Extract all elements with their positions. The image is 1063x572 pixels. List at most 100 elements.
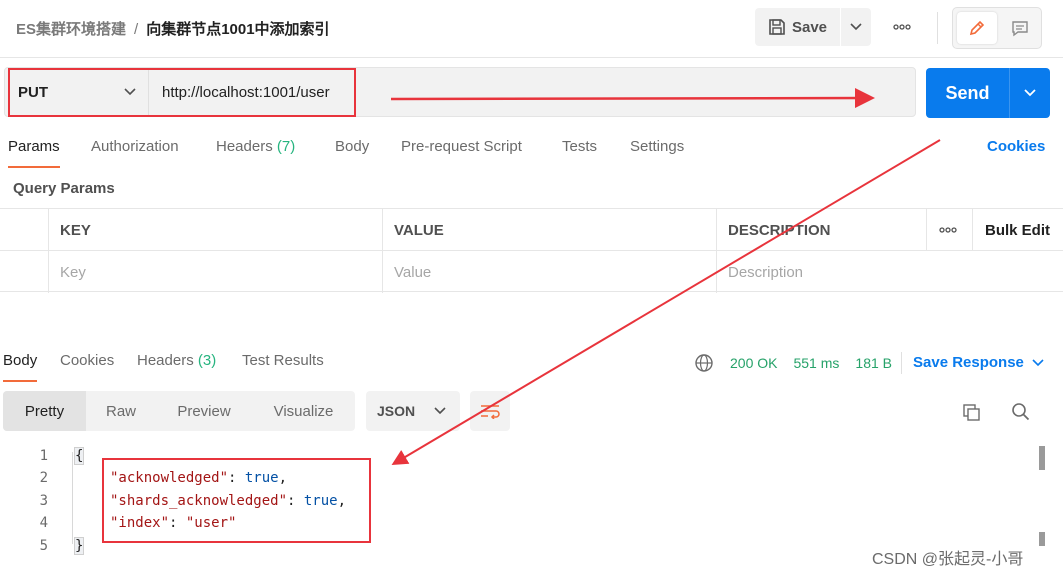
cookies-link[interactable]: Cookies xyxy=(987,138,1045,155)
format-select[interactable]: JSON xyxy=(366,391,460,431)
tab-label: Headers xyxy=(137,352,194,369)
request-bar: PUT http://localhost:1001/user xyxy=(4,67,916,117)
save-response-button[interactable]: Save Response xyxy=(913,354,1044,371)
json-colon: : xyxy=(169,515,186,531)
column-header-description: DESCRIPTION xyxy=(716,209,926,251)
param-value-input[interactable]: Value xyxy=(382,251,716,293)
tab-label: Params xyxy=(8,138,60,155)
chevron-down-icon xyxy=(124,88,136,96)
save-label: Save xyxy=(791,18,828,36)
scroll-thumb[interactable] xyxy=(1039,446,1045,470)
view-raw-button[interactable]: Raw xyxy=(86,391,156,431)
view-mode-group: Pretty Raw Preview Visualize xyxy=(3,391,355,431)
tab-label: Headers xyxy=(216,138,273,155)
mode-toggle xyxy=(952,7,1042,49)
copy-button[interactable] xyxy=(959,400,983,424)
status-code[interactable]: 200 OK xyxy=(730,355,777,371)
edit-mode-button[interactable] xyxy=(957,12,997,44)
search-button[interactable] xyxy=(1009,400,1033,424)
chevron-down-icon xyxy=(434,407,446,415)
json-value: true xyxy=(244,470,279,486)
param-description-input[interactable]: Description xyxy=(716,251,1063,293)
json-colon: : xyxy=(287,493,304,509)
save-response-label: Save Response xyxy=(913,354,1024,371)
code-line: 3 "shards_acknowledged": true, xyxy=(0,490,1040,512)
breadcrumb-separator: / xyxy=(134,21,139,38)
save-options-button[interactable] xyxy=(841,8,871,46)
view-preview-button[interactable]: Preview xyxy=(156,391,252,431)
wrap-lines-button[interactable] xyxy=(470,391,510,431)
param-key-input[interactable]: Key xyxy=(48,251,382,293)
code-text: } xyxy=(73,537,85,555)
tab-response-cookies[interactable]: Cookies xyxy=(60,352,114,382)
response-size[interactable]: 181 B xyxy=(855,355,892,371)
tab-response-headers[interactable]: Headers (3) xyxy=(137,352,216,382)
tab-params[interactable]: Params xyxy=(8,138,60,168)
watermark: CSDN @张起灵-小哥 xyxy=(872,551,1024,568)
comments-button[interactable] xyxy=(1001,12,1039,44)
line-number: 4 xyxy=(39,515,48,531)
tab-label: Pre-request Script xyxy=(401,138,522,155)
save-group: Save xyxy=(755,8,871,46)
send-button[interactable]: Send xyxy=(926,68,1010,118)
query-params-title: Query Params xyxy=(13,180,115,197)
divider xyxy=(937,12,938,44)
tab-body[interactable]: Body xyxy=(335,138,369,168)
more-horizontal-icon xyxy=(939,227,957,233)
json-value: "user" xyxy=(185,515,237,531)
response-time[interactable]: 551 ms xyxy=(793,355,839,371)
tab-pre-request-script[interactable]: Pre-request Script xyxy=(401,138,522,168)
save-icon xyxy=(769,19,785,35)
editor-scrollbar[interactable] xyxy=(1039,444,1045,552)
top-bar: ES集群环境搭建 / 向集群节点1001中添加索引 Save xyxy=(0,0,1063,58)
tab-response-body[interactable]: Body xyxy=(3,352,38,382)
view-visualize-button[interactable]: Visualize xyxy=(252,391,355,431)
tab-label: Settings xyxy=(630,138,685,155)
json-comma: , xyxy=(278,470,288,486)
tab-authorization[interactable]: Authorization xyxy=(91,138,179,168)
breadcrumb-parent[interactable]: ES集群环境搭建 xyxy=(16,21,126,38)
save-button[interactable]: Save xyxy=(755,8,841,46)
tab-label: Cookies xyxy=(60,352,115,369)
tab-headers[interactable]: Headers (7) xyxy=(216,138,295,168)
params-table: KEY VALUE DESCRIPTION Bulk Edit Key Valu… xyxy=(0,208,1063,293)
pencil-icon xyxy=(969,20,985,36)
chevron-down-icon xyxy=(1024,89,1036,97)
line-number: 5 xyxy=(39,538,48,554)
tab-label: Body xyxy=(3,352,38,369)
tab-settings[interactable]: Settings xyxy=(630,138,684,168)
code-line: 1 { xyxy=(0,445,1040,467)
json-key: "acknowledged" xyxy=(110,470,229,486)
json-key: "shards_acknowledged" xyxy=(110,493,288,509)
send-options-button[interactable] xyxy=(1010,68,1050,118)
chevron-down-icon xyxy=(850,23,862,31)
bulk-edit-button[interactable]: Bulk Edit xyxy=(972,209,1063,251)
response-tabs: Body Cookies Headers (3) Test Results xyxy=(0,352,1063,382)
wrap-lines-icon xyxy=(481,405,500,419)
json-colon: : xyxy=(228,470,245,486)
send-group: Send xyxy=(926,68,1050,118)
chevron-down-icon xyxy=(1032,358,1044,366)
divider xyxy=(901,352,902,374)
table-header-row: KEY VALUE DESCRIPTION Bulk Edit xyxy=(0,209,1063,251)
json-comma: , xyxy=(337,493,347,509)
url-input[interactable]: http://localhost:1001/user xyxy=(162,84,330,101)
code-text: { xyxy=(73,447,85,465)
copy-icon xyxy=(963,404,980,421)
scroll-thumb[interactable] xyxy=(1039,532,1045,546)
column-options-button[interactable] xyxy=(926,209,972,251)
column-header-key: KEY xyxy=(48,209,382,251)
globe-icon[interactable] xyxy=(694,353,714,373)
request-name[interactable]: 向集群节点1001中添加索引 xyxy=(146,21,329,38)
view-pretty-button[interactable]: Pretty xyxy=(3,391,86,431)
method-select[interactable]: PUT xyxy=(8,68,149,116)
code-text: "index": "user" xyxy=(110,515,236,531)
code-line: 2 "acknowledged": true, xyxy=(0,467,1040,489)
tab-label: Authorization xyxy=(91,138,179,155)
request-tabs: Params Authorization Headers (7) Body Pr… xyxy=(0,138,1063,168)
json-key: "index" xyxy=(110,515,170,531)
more-actions-button[interactable] xyxy=(885,15,919,39)
tab-test-results[interactable]: Test Results xyxy=(242,352,324,382)
code-line: 4 "index": "user" xyxy=(0,512,1040,534)
tab-tests[interactable]: Tests xyxy=(562,138,597,168)
